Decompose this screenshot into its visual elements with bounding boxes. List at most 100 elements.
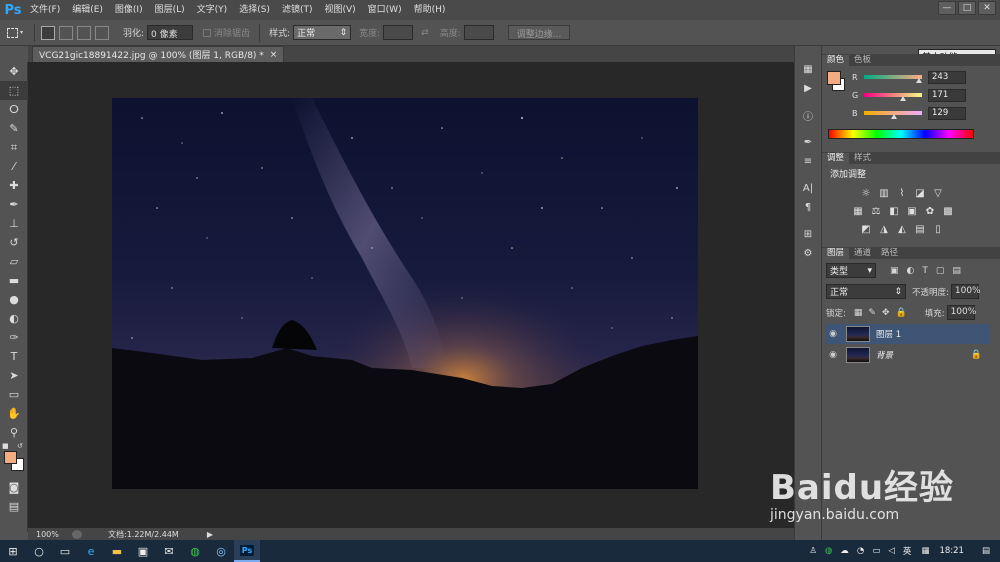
red-slider-thumb[interactable] xyxy=(916,78,923,83)
menu-view[interactable]: 视图(V) xyxy=(318,0,361,20)
photo-canvas[interactable] xyxy=(112,98,698,489)
visibility-eye-icon[interactable]: ◉ xyxy=(826,329,840,339)
close-button[interactable]: ✕ xyxy=(978,1,996,15)
filter-smart-object-icon[interactable]: ▤ xyxy=(952,266,961,276)
healing-brush-tool-icon[interactable]: ✚ xyxy=(0,176,28,195)
history-icon[interactable]: ▦ xyxy=(795,60,821,79)
tab-adjustments[interactable]: 调整 xyxy=(822,153,850,164)
filter-type-icon[interactable]: T xyxy=(922,266,928,276)
brush-presets-icon[interactable]: ✒ xyxy=(795,133,821,152)
maximize-button[interactable]: □ xyxy=(958,1,976,15)
green-value[interactable]: 171 xyxy=(928,88,966,102)
blue-slider[interactable] xyxy=(864,111,922,119)
tab-styles[interactable]: 样式 xyxy=(849,153,876,164)
zoom-level[interactable]: 100% xyxy=(36,530,66,539)
path-select-tool-icon[interactable]: ➤ xyxy=(0,366,28,385)
curves-icon[interactable]: ⌇ xyxy=(894,186,910,200)
filter-kind-select[interactable]: 类型 ▾ xyxy=(826,263,876,278)
refine-edge-button[interactable]: 调整边缘... xyxy=(507,25,571,40)
default-colors-icon[interactable]: ■ xyxy=(2,442,9,450)
gradient-tool-icon[interactable]: ▬ xyxy=(0,271,28,290)
width-input[interactable] xyxy=(383,25,414,40)
color-balance-icon[interactable]: ⚖ xyxy=(868,204,884,218)
wechat-icon[interactable]: ◍ xyxy=(182,540,208,562)
menu-help[interactable]: 帮助(H) xyxy=(408,0,452,20)
lock-transparent-icon[interactable]: ▦ xyxy=(854,308,863,318)
opacity-input[interactable]: 100% xyxy=(950,284,981,299)
height-input[interactable] xyxy=(463,25,494,40)
battery-icon[interactable]: ▭ xyxy=(872,546,880,556)
threshold-icon[interactable]: ◭ xyxy=(894,222,910,236)
browser-icon[interactable]: ◎ xyxy=(208,540,234,562)
green-slider-thumb[interactable] xyxy=(899,96,906,101)
store-icon[interactable]: ▣ xyxy=(130,540,156,562)
green-slider[interactable] xyxy=(864,93,922,101)
swap-icon[interactable]: ⇄ xyxy=(421,28,429,38)
filter-pixel-icon[interactable]: ▣ xyxy=(890,266,899,276)
paragraph-icon[interactable]: ¶ xyxy=(795,198,821,217)
filter-shape-icon[interactable]: ▢ xyxy=(936,266,945,276)
tool-presets-icon[interactable]: ⚙ xyxy=(795,244,821,263)
tab-paths[interactable]: 路径 xyxy=(876,248,903,259)
menu-file[interactable]: 文件(F) xyxy=(24,0,66,20)
wechat-tray-icon[interactable]: ◍ xyxy=(825,546,832,556)
intersect-selection-icon[interactable] xyxy=(95,25,109,40)
screen-mode-icon[interactable]: ▤ xyxy=(0,497,28,516)
actions-icon[interactable]: ▶ xyxy=(795,79,821,98)
clock[interactable]: 18:21 xyxy=(939,546,964,556)
levels-icon[interactable]: ▥ xyxy=(876,186,892,200)
visibility-eye-icon[interactable]: ◉ xyxy=(826,350,840,360)
tab-color[interactable]: 颜色 xyxy=(822,55,850,66)
fill-input[interactable]: 100% xyxy=(946,305,976,320)
tab-layers[interactable]: 图层 xyxy=(822,248,850,259)
lock-position-icon[interactable]: ✥ xyxy=(882,308,890,318)
windows-start-icon[interactable]: ⊞ xyxy=(0,540,26,562)
exposure-icon[interactable]: ◪ xyxy=(912,186,928,200)
gradient-map-icon[interactable]: ▯ xyxy=(930,222,946,236)
cortana-search-icon[interactable]: ○ xyxy=(26,540,52,562)
blur-tool-icon[interactable]: ● xyxy=(0,290,28,309)
move-tool-icon[interactable]: ✥ xyxy=(0,62,28,81)
quick-select-tool-icon[interactable]: ✎ xyxy=(0,119,28,138)
feather-input[interactable]: 0 像素 xyxy=(147,25,194,40)
clone-source-icon[interactable]: ⊞ xyxy=(795,225,821,244)
menu-image[interactable]: 图像(I) xyxy=(109,0,149,20)
hue-saturation-icon[interactable]: ▦ xyxy=(850,204,866,218)
tab-swatches[interactable]: 色板 xyxy=(849,55,876,66)
menu-layer[interactable]: 图层(L) xyxy=(149,0,191,20)
layer-row-background[interactable]: ◉ 背景 🔒 xyxy=(826,345,990,365)
minimize-button[interactable]: — xyxy=(938,1,956,15)
brush-tool-icon[interactable]: ✒ xyxy=(0,195,28,214)
menu-window[interactable]: 窗口(W) xyxy=(362,0,408,20)
document-tab[interactable]: VCG21gic18891422.jpg @ 100% (图层 1, RGB/8… xyxy=(32,46,285,62)
character-icon[interactable]: A| xyxy=(795,179,821,198)
status-menu-icon[interactable] xyxy=(72,529,82,539)
foreground-color-swatch[interactable] xyxy=(4,451,17,464)
invert-icon[interactable]: ◩ xyxy=(858,222,874,236)
edge-browser-icon[interactable]: e xyxy=(78,540,104,562)
lock-pixels-icon[interactable]: ✎ xyxy=(868,308,876,318)
color-spectrum-bar[interactable] xyxy=(828,129,974,139)
brightness-contrast-icon[interactable]: ☼ xyxy=(858,186,874,200)
menu-filter[interactable]: 滤镜(T) xyxy=(276,0,319,20)
volume-icon[interactable]: ◁ xyxy=(888,546,895,556)
history-brush-tool-icon[interactable]: ↺ xyxy=(0,233,28,252)
cloud-icon[interactable]: ☁ xyxy=(840,546,849,556)
black-white-icon[interactable]: ◧ xyxy=(886,204,902,218)
selective-color-icon[interactable]: ▤ xyxy=(912,222,928,236)
type-tool-icon[interactable]: T xyxy=(0,347,28,366)
lock-all-icon[interactable]: 🔒 xyxy=(895,308,906,318)
task-view-icon[interactable]: ▭ xyxy=(52,540,78,562)
photoshop-taskbar-icon[interactable]: Ps xyxy=(234,540,260,562)
filter-adjustment-icon[interactable]: ◐ xyxy=(907,266,915,276)
clone-stamp-tool-icon[interactable]: ⊥ xyxy=(0,214,28,233)
dodge-tool-icon[interactable]: ◐ xyxy=(0,309,28,328)
new-selection-icon[interactable] xyxy=(41,25,55,40)
channel-mixer-icon[interactable]: ✿ xyxy=(922,204,938,218)
play-arrow-icon[interactable]: ▶ xyxy=(207,530,213,539)
tab-channels[interactable]: 通道 xyxy=(849,248,876,259)
style-select[interactable]: 正常 ⇕ xyxy=(293,25,352,40)
antialias-checkbox[interactable] xyxy=(203,28,212,37)
blue-slider-thumb[interactable] xyxy=(890,114,897,119)
keyboard-icon[interactable]: ▦ xyxy=(921,546,929,556)
